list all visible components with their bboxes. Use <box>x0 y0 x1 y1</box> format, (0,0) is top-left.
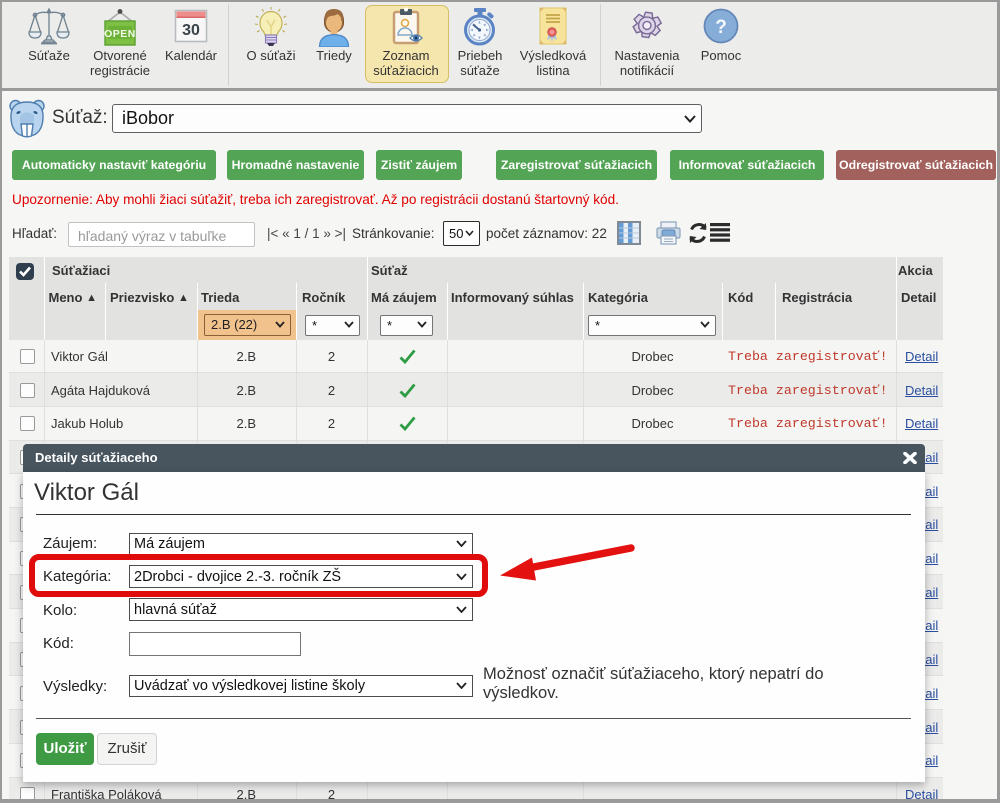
svg-text:?: ? <box>715 17 727 38</box>
svg-text:OPEN: OPEN <box>104 28 136 40</box>
svg-text:30: 30 <box>182 22 200 39</box>
